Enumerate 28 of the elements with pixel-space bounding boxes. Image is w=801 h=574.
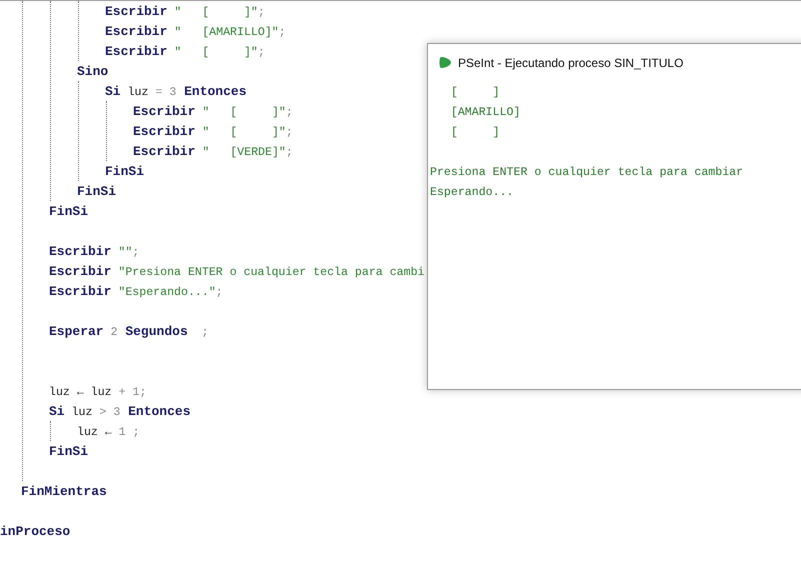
code-line: Escribir ""; xyxy=(49,246,140,259)
code-line: Escribir "Presiona ENTER o cualquier tecla para cambi xyxy=(49,266,425,279)
code-line: Escribir " [ ]"; xyxy=(133,126,293,139)
console-line: [ ] xyxy=(450,86,500,99)
console-line: Esperando... xyxy=(430,186,514,199)
code-line: Escribir " [ ]"; xyxy=(105,6,265,19)
console-line: Presiona ENTER o cualquier tecla para cambiar xyxy=(430,166,744,179)
code-line: Escribir " [AMARILLO]"; xyxy=(105,26,286,39)
code-line: luz ← luz + 1; xyxy=(49,386,146,399)
leaf-icon xyxy=(439,56,452,69)
code-line: Escribir " [ ]"; xyxy=(105,46,265,59)
code-line: Escribir " [ ]"; xyxy=(133,106,293,119)
code-line: FinSi xyxy=(105,166,144,179)
console-line: [AMARILLO] xyxy=(450,106,520,119)
code-line: Sino xyxy=(77,66,108,79)
code-line: Esperar 2 Segundos ; xyxy=(49,326,209,339)
code-line: FinSi xyxy=(49,206,88,219)
code-line: Escribir " [VERDE]"; xyxy=(133,146,293,159)
code-line: FinSi xyxy=(49,446,88,459)
code-line: Si luz > 3 Entonces xyxy=(49,406,191,419)
code-line: FinMientras xyxy=(21,486,107,499)
code-line: FinSi xyxy=(77,186,116,199)
code-line: Si luz = 3 Entonces xyxy=(105,86,247,99)
console-line: [ ] xyxy=(450,126,500,139)
code-line: inProceso xyxy=(0,526,70,539)
code-line: Escribir "Esperando..."; xyxy=(49,286,223,299)
window-title: PSeInt - Ejecutando proceso SIN_TITULO xyxy=(458,56,684,70)
code-line: luz ← 1 ; xyxy=(77,426,140,439)
